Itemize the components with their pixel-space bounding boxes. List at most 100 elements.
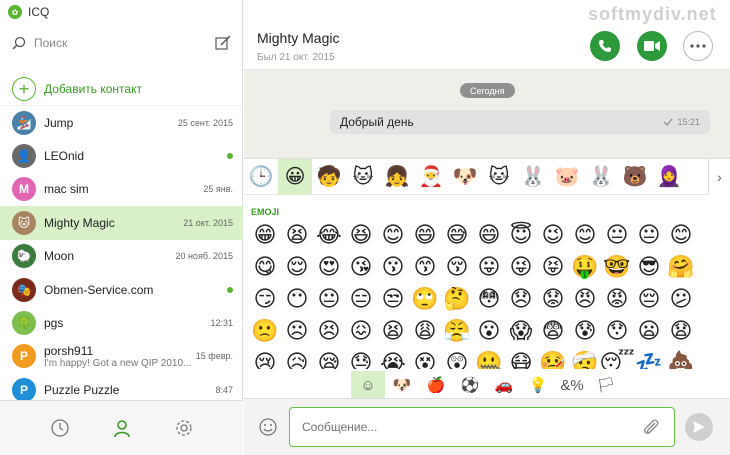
emoji-item[interactable]: 😞	[505, 283, 537, 315]
contact-item[interactable]: 🎭 Obmen-Service.com	[0, 273, 243, 306]
emoji-item[interactable]: 🤑	[569, 251, 601, 283]
emoji-item[interactable]: 🤔	[441, 283, 473, 315]
emoji-item[interactable]: 😕	[665, 283, 697, 315]
emoji-item[interactable]: 😖	[345, 315, 377, 347]
emoji-item[interactable]: 💩	[665, 347, 697, 370]
contact-item[interactable]: P Puzzle Puzzle 8:47	[0, 373, 243, 400]
search-input[interactable]: Поиск	[34, 36, 215, 50]
contacts-tab[interactable]	[111, 417, 133, 439]
emoji-category-tab[interactable]: 💡	[521, 371, 555, 399]
emoji-item[interactable]: 😶	[281, 283, 313, 315]
emoji-item[interactable]: 😏	[249, 283, 281, 315]
emoji-item[interactable]: 😭	[377, 347, 409, 370]
emoji-item[interactable]: 😡	[601, 283, 633, 315]
emoji-item[interactable]: 🙁	[249, 315, 281, 347]
emoji-item[interactable]: 😐	[313, 283, 345, 315]
emoji-item[interactable]: 😒	[377, 283, 409, 315]
emoji-item[interactable]: 😋	[249, 251, 281, 283]
sticker-pack-tab[interactable]: 🧒	[312, 159, 346, 195]
contact-item[interactable]: 🍀 pgs 12:31	[0, 306, 243, 339]
emoji-item[interactable]: 🙄	[409, 283, 441, 315]
message-bubble[interactable]: Добрый день 15:21	[330, 110, 710, 134]
chat-contact-name[interactable]: Mighty Magic	[257, 30, 339, 46]
emoji-category-tab[interactable]: 🏳	[589, 371, 623, 399]
sticker-pack-tab[interactable]: 🐱	[482, 159, 516, 195]
emoji-item[interactable]: 😱	[505, 315, 537, 347]
emoji-category-tab[interactable]: 🐶	[385, 371, 419, 399]
emoji-item[interactable]: 😵	[409, 347, 441, 370]
emoji-item[interactable]: 😳	[473, 283, 505, 315]
contact-item[interactable]: 🏂 Jump 25 сент. 2015	[0, 106, 243, 139]
emoji-item[interactable]: 😊	[377, 219, 409, 251]
emoji-item[interactable]: 😧	[665, 315, 697, 347]
emoji-item[interactable]: 🤗	[665, 251, 697, 283]
emoji-item[interactable]: 😯	[601, 315, 633, 347]
emoji-item[interactable]: 😐	[601, 219, 633, 251]
compose-icon[interactable]	[215, 35, 231, 51]
sticker-pack-tab[interactable]: 🐰	[584, 159, 618, 195]
message-input[interactable]	[289, 407, 675, 447]
chevron-right-icon[interactable]: ›	[708, 159, 730, 195]
emoji-category-tab[interactable]: 🍎	[419, 371, 453, 399]
recent-tab[interactable]	[49, 417, 71, 439]
emoji-item[interactable]: 🤒	[537, 347, 569, 370]
settings-tab[interactable]	[173, 417, 195, 439]
search-bar[interactable]: Поиск	[0, 28, 243, 58]
sticker-pack-tab[interactable]: 🐶	[448, 159, 482, 195]
emoji-item[interactable]: 😓	[345, 347, 377, 370]
emoji-item[interactable]: 😐	[633, 219, 665, 251]
emoji-item[interactable]: 😨	[537, 315, 569, 347]
emoji-item[interactable]: 😮	[473, 315, 505, 347]
emoji-item[interactable]: 😷	[505, 347, 537, 370]
call-button[interactable]	[590, 31, 620, 61]
sticker-pack-tab[interactable]: 🧕	[652, 159, 686, 195]
emoji-item[interactable]: 😢	[249, 347, 281, 370]
emoji-item[interactable]: 😑	[345, 283, 377, 315]
emoji-item[interactable]: 😁	[249, 219, 281, 251]
sticker-pack-tab[interactable]: 🐰	[516, 159, 550, 195]
emoji-item[interactable]: 😇	[505, 219, 537, 251]
send-button[interactable]	[685, 413, 713, 441]
emoji-item[interactable]: 😝	[537, 251, 569, 283]
emoji-item[interactable]: 😤	[441, 315, 473, 347]
emoji-item[interactable]: 😪	[313, 347, 345, 370]
video-call-button[interactable]	[637, 31, 667, 61]
emoji-item[interactable]: 🤓	[601, 251, 633, 283]
emoji-category-tab[interactable]: &%	[555, 371, 589, 399]
emoji-item[interactable]: 😩	[409, 315, 441, 347]
emoji-item[interactable]: 😎	[633, 251, 665, 283]
emoji-item[interactable]: 💤	[633, 347, 665, 370]
emoji-item[interactable]: 😄	[473, 219, 505, 251]
emoji-category-tab[interactable]: 🚗	[487, 371, 521, 399]
emoji-item[interactable]: 😛	[473, 251, 505, 283]
recent-stickers-tab[interactable]: 🕒	[244, 159, 278, 195]
emoji-item[interactable]: 😄	[409, 219, 441, 251]
sticker-pack-tab[interactable]: 😀	[278, 158, 312, 195]
emoji-item[interactable]: 😰	[569, 315, 601, 347]
sticker-pack-tab[interactable]: 🐱	[346, 159, 380, 195]
emoji-category-tab[interactable]: ⚽	[453, 371, 487, 399]
emoji-item[interactable]: 😜	[505, 251, 537, 283]
emoji-item[interactable]: 😠	[569, 283, 601, 315]
emoji-item[interactable]: 😚	[441, 251, 473, 283]
add-contact-button[interactable]: + Добавить контакт	[0, 72, 243, 106]
emoji-item[interactable]: 😟	[537, 283, 569, 315]
emoji-item[interactable]: 😙	[409, 251, 441, 283]
emoji-item[interactable]: 😔	[633, 283, 665, 315]
sticker-pack-tab[interactable]: 👧	[380, 159, 414, 195]
more-options-button[interactable]	[683, 31, 713, 61]
sticker-pack-tab[interactable]: 🎅	[414, 159, 448, 195]
emoji-item[interactable]: 😂	[313, 219, 345, 251]
emoji-category-tab[interactable]: ☺	[351, 371, 385, 399]
sticker-pack-tab[interactable]: 🐷	[550, 159, 584, 195]
contact-item[interactable]: P porsh911 I'm happy! Got a new QIP 2010…	[0, 340, 243, 373]
smiley-icon[interactable]	[258, 417, 278, 437]
emoji-item[interactable]: 😍	[313, 251, 345, 283]
emoji-item[interactable]: 😫	[377, 315, 409, 347]
sticker-pack-tab[interactable]: 🐻	[618, 159, 652, 195]
emoji-item[interactable]: 😉	[537, 219, 569, 251]
emoji-item[interactable]: 😆	[345, 219, 377, 251]
emoji-item[interactable]: ☹	[281, 315, 313, 347]
paperclip-icon[interactable]	[641, 417, 661, 437]
emoji-item[interactable]: 😊	[569, 219, 601, 251]
